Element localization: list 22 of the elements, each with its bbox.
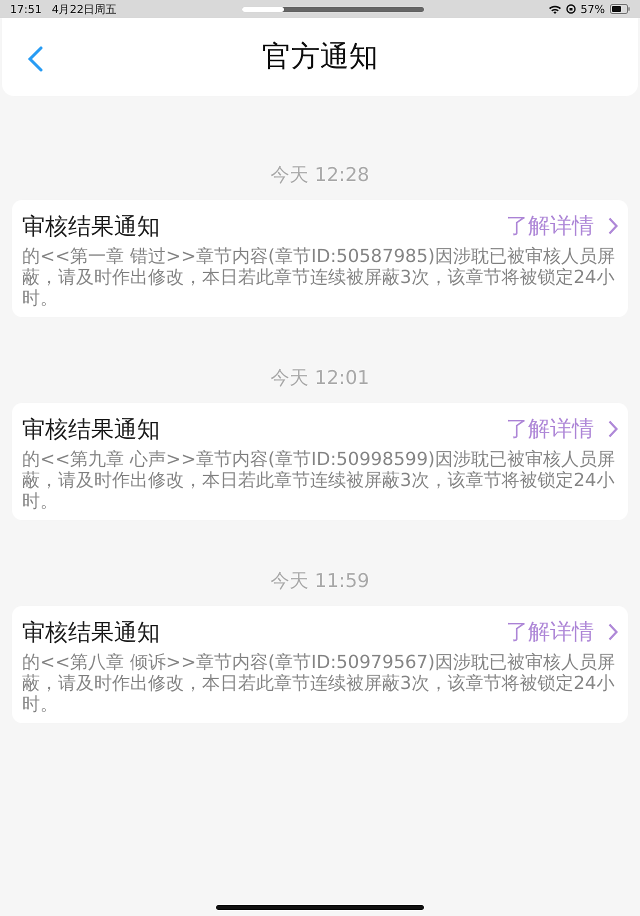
notice-title: 审核结果通知 [22, 416, 161, 444]
details-link[interactable]: 了解详情 [506, 414, 618, 444]
details-link[interactable]: 了解详情 [506, 211, 618, 241]
notice-time: 今天 11:59 [270, 569, 370, 594]
notice-title: 审核结果通知 [22, 618, 161, 648]
chevron-right-icon [608, 623, 618, 641]
wifi-icon [548, 4, 561, 14]
notice-body: 的<<第八章 倾诉>>章节内容(章节ID:50979567)因涉耽已被审核人员屏蔽，请及时作出修改，本日若此章节连续被屏蔽3次，该章节将被锁定24小时。 [22, 652, 616, 715]
details-link[interactable]: 了解详情 [506, 617, 618, 647]
chevron-right-icon [608, 420, 618, 438]
notice-body: 的<<第一章 错过>>章节内容(章节ID:50587985)因涉耽已被审核人员屏蔽，请及时作出修改，本日若此章节连续被屏蔽3次，该章节将被锁定24小时。 [22, 246, 616, 309]
battery-percent: 57% [580, 2, 605, 16]
rotation-lock-icon [566, 4, 576, 14]
status-time: 17:51 [10, 2, 42, 16]
notice-time: 今天 12:01 [270, 366, 370, 391]
chevron-right-icon [608, 217, 618, 235]
battery-icon [610, 4, 630, 14]
notice-time: 今天 12:28 [270, 163, 370, 188]
page-title: 官方通知 [262, 38, 378, 75]
status-date: 4月22日周五 [52, 2, 117, 16]
notice-title: 审核结果通知 [22, 212, 161, 242]
notice-body: 的<<第九章 心声>>章节内容(章节ID:50998599)因涉耽已被审核人员屏蔽，请及时作出修改，本日若此章节连续被屏蔽3次，该章节将被锁定24小时。 [22, 449, 616, 512]
